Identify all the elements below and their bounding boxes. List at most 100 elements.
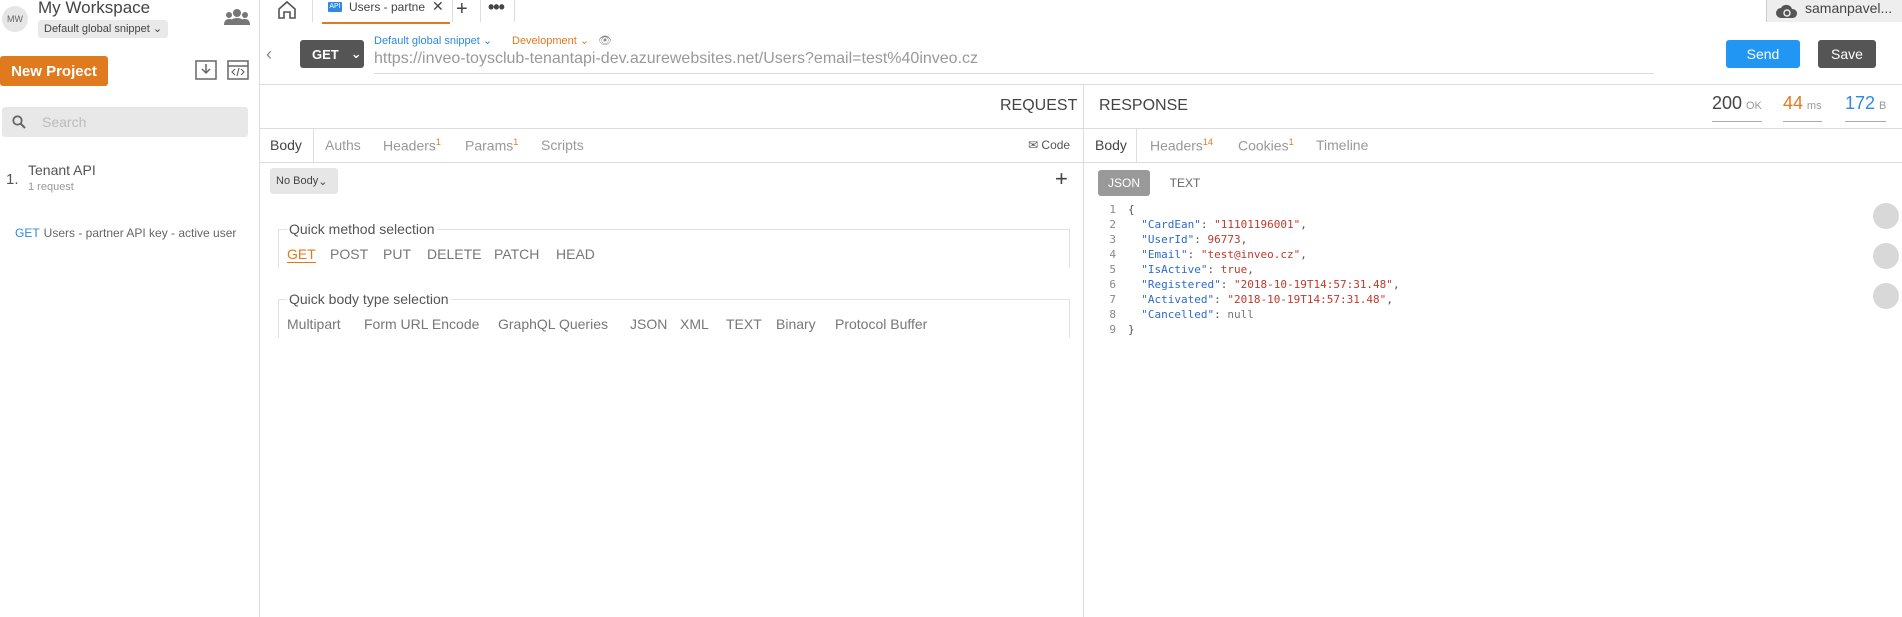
line-number: 5 [1109,263,1116,276]
json-value: 96773 [1207,233,1241,246]
copy-icon[interactable] [1873,203,1899,229]
format-text-button[interactable]: TEXT [1160,170,1210,196]
collapse-sidebar-icon[interactable]: ‹ [266,44,272,65]
eye-icon[interactable]: 👁 [598,34,612,47]
tab-response-body[interactable]: Body [1095,137,1127,153]
close-icon[interactable]: ✕ [432,0,444,15]
quick-method-selection: Quick method selection GET POST PUT DELE… [278,221,1070,268]
add-tab-icon[interactable]: + [456,0,468,21]
code-line: 5 "IsActive": true, [1098,262,1400,277]
tab-request-body[interactable]: Body [270,137,302,153]
collection-name[interactable]: Tenant API [28,162,96,178]
tab-response-cookies[interactable]: Cookies1 [1238,137,1294,154]
sidebar-request-item[interactable]: GET Users - partner API key - active user [15,226,236,240]
json-key: "Activated" [1141,293,1215,306]
response-size: 172 B [1845,93,1887,122]
wrap-lines-icon[interactable] [1873,283,1899,309]
quick-method-get[interactable]: GET [287,246,316,263]
chevron-down-icon: ⌄ [318,175,328,188]
code-line: 9} [1098,322,1400,337]
code-line: 2 "CardEan": "11101196001", [1098,217,1400,232]
quick-body-xml[interactable]: XML [680,316,709,332]
body-type-dropdown[interactable]: No Body ⌄ [270,168,338,194]
quick-body-graphql[interactable]: GraphQL Queries [498,316,608,332]
code-line: 6 "Registered": "2018-10-19T14:57:31.48"… [1098,277,1399,292]
quick-method-head[interactable]: HEAD [556,246,595,262]
divider [260,162,1902,163]
new-project-button[interactable]: New Project [0,56,108,86]
tab-request-scripts[interactable]: Scripts [541,137,584,153]
tab-request-headers[interactable]: Headers1 [383,137,441,154]
quick-method-delete[interactable]: DELETE [427,246,481,262]
tab-divider [1136,128,1137,162]
tab-response-timeline[interactable]: Timeline [1316,137,1368,153]
team-icon[interactable] [224,7,250,27]
code-line: 8 "Cancelled": null [1098,307,1400,322]
search-input[interactable]: Search [2,107,248,137]
send-button[interactable]: Send [1726,40,1800,68]
url-underline [374,73,1654,74]
collection-index: 1. [6,171,19,188]
quick-method-legend: Quick method selection [287,221,437,237]
code-line: 3 "UserId": 96773, [1098,232,1400,247]
url-input[interactable]: https://inveo-toysclub-tenantapi-dev.azu… [374,50,978,68]
quick-body-json[interactable]: JSON [630,316,667,332]
body-type-label: No Body [276,175,319,187]
save-button[interactable]: Save [1818,40,1876,68]
scroll-top-icon[interactable] [1873,243,1899,269]
tab-request[interactable]: API Users - partner API key - active use… [322,0,450,24]
quick-body-multipart[interactable]: Multipart [287,316,341,332]
tab-divider [313,128,314,162]
count-badge: 14 [1202,137,1213,147]
quick-body-protocol-buffer[interactable]: Protocol Buffer [835,316,927,332]
pane-divider[interactable] [1083,84,1084,617]
quick-body-form-url-encode[interactable]: Form URL Encode [364,316,479,332]
response-title: RESPONSE [1099,97,1188,114]
quick-method-patch[interactable]: PATCH [494,246,539,262]
quick-method-put[interactable]: PUT [383,246,411,262]
count-badge: 1 [513,137,519,147]
response-body-viewer[interactable]: 1{ 2 "CardEan": "11101196001", 3 "UserId… [1098,202,1400,337]
home-icon[interactable] [276,0,298,20]
search-icon [12,115,26,129]
code-label: Code [1041,138,1071,152]
user-name: samanpavel... [1805,0,1893,16]
environment-dropdown[interactable]: Development ⌄ [512,34,589,47]
request-method-label: GET [15,226,40,240]
snippet-dropdown[interactable]: Default global snippet ⌄ [374,34,492,47]
method-dropdown[interactable]: GET ⌄ [300,40,364,68]
json-key: "Cancelled" [1141,308,1215,321]
chevron-down-icon: ⌄ [482,35,493,47]
json-value: "11101196001" [1214,218,1301,231]
user-menu[interactable]: samanpavel... [1766,0,1902,22]
json-value: "2018-10-19T14:57:31.48" [1227,293,1387,306]
add-icon[interactable]: + [1055,166,1068,192]
import-icon[interactable] [195,60,217,80]
format-json-button[interactable]: JSON [1098,170,1150,196]
tab-response-headers[interactable]: Headers14 [1150,137,1213,154]
snippet-label: Default global snippet [374,35,480,47]
tab-request-auths[interactable]: Auths [325,137,361,153]
json-brace: { [1128,203,1135,216]
tab-label: Headers [1150,137,1203,154]
request-title: REQUEST [1000,97,1078,114]
line-number: 7 [1109,293,1116,306]
code-icon: ✉ [1028,138,1039,152]
more-tabs-icon[interactable]: ••• [488,0,505,18]
tab-request-params[interactable]: Params1 [465,137,518,154]
line-number: 1 [1109,203,1116,216]
code-generator-icon[interactable] [227,60,249,80]
workspace-snippet-dropdown[interactable]: Default global snippet ⌄ [38,20,169,38]
response-time-value: 44 [1783,93,1804,113]
quick-body-text[interactable]: TEXT [726,316,762,332]
workspace-name[interactable]: My Workspace [38,0,150,18]
response-size-unit: B [1878,100,1887,112]
method-label: GET [312,46,339,62]
quick-method-post[interactable]: POST [330,246,368,262]
code-line: 1{ [1098,202,1400,217]
code-button[interactable]: ✉ Code [1028,138,1070,152]
quick-body-binary[interactable]: Binary [776,316,816,332]
chevron-down-icon: ⌄ [152,23,163,35]
tab-label: Params [465,137,514,154]
workspace-avatar[interactable]: MW [2,6,28,32]
